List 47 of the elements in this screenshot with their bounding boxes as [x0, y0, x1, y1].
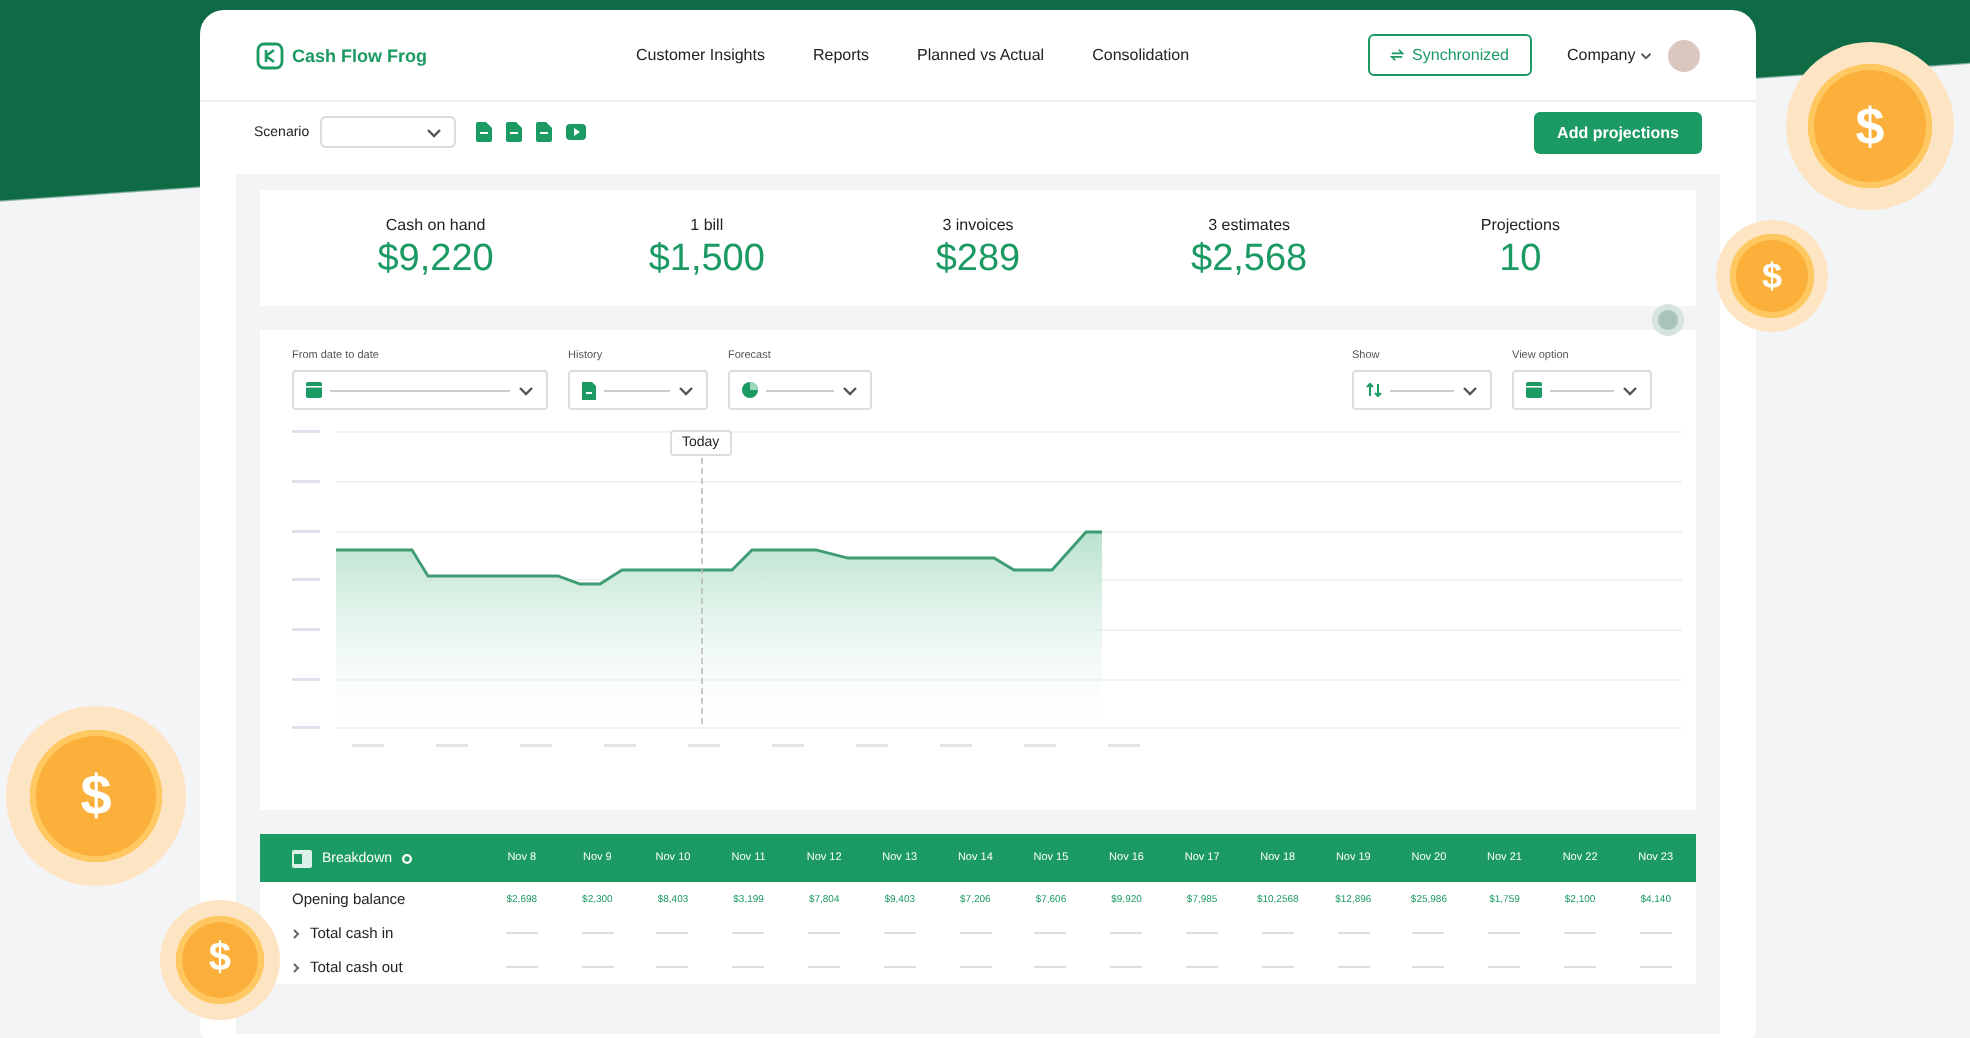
chevron-down-icon: [1622, 385, 1638, 395]
video-icon[interactable]: [565, 124, 586, 140]
stat-label: 3 invoices: [942, 215, 1014, 233]
file-icon[interactable]: [475, 122, 492, 142]
coin-icon: $: [6, 706, 186, 886]
chevron-down-icon: [1640, 52, 1652, 60]
stat-label: Projections: [1480, 215, 1560, 233]
sort-icon: [1366, 382, 1382, 398]
coin-icon: $: [1716, 220, 1828, 332]
nav-link[interactable]: Planned vs Actual: [916, 46, 1045, 64]
filter-select[interactable]: [292, 370, 548, 410]
document-icon: [582, 381, 596, 399]
logo-text: Cash Flow Frog: [292, 45, 427, 65]
stat-value: $9,220: [377, 237, 494, 281]
stat-value: $1,500: [648, 237, 765, 281]
calendar-icon: [306, 382, 322, 398]
file-icon[interactable]: [505, 122, 522, 142]
stat-value: $2,568: [1191, 237, 1308, 281]
filter-select[interactable]: [1512, 370, 1652, 410]
nav-link[interactable]: Reports: [812, 46, 869, 64]
synchronized-button[interactable]: Synchronized: [1368, 34, 1532, 76]
add-projections-button[interactable]: Add projections: [1534, 111, 1702, 153]
spreadsheet-icon: [292, 849, 312, 867]
coin-icon: $: [1786, 42, 1954, 210]
filter-select[interactable]: [728, 370, 872, 410]
company-menu[interactable]: Company: [1567, 46, 1652, 64]
sync-icon: [1390, 48, 1405, 62]
chevron-down-icon: [425, 127, 442, 137]
chevron-down-icon: [678, 385, 694, 395]
file-icon[interactable]: [535, 122, 552, 142]
calendar-icon: [1526, 382, 1542, 398]
nav-link[interactable]: Customer Insights: [636, 46, 765, 64]
stat-label: Cash on hand: [385, 215, 486, 233]
chevron-down-icon: [518, 385, 534, 395]
chevron-down-icon: [842, 385, 858, 395]
stat-label: 3 estimates: [1208, 215, 1291, 233]
filter-select[interactable]: [568, 370, 708, 410]
coin-icon: $: [160, 900, 280, 1020]
chevron-right-icon[interactable]: [292, 927, 300, 939]
stat-value: $289: [935, 237, 1021, 281]
chevron-right-icon[interactable]: [292, 961, 300, 973]
chevron-down-icon: [1462, 385, 1478, 395]
stat-label: 1 bill: [690, 215, 724, 233]
pie-icon: [742, 382, 758, 398]
nav-link[interactable]: Consolidation: [1092, 46, 1190, 64]
logo-icon: [256, 41, 284, 69]
stat-value: 10: [1499, 237, 1542, 281]
